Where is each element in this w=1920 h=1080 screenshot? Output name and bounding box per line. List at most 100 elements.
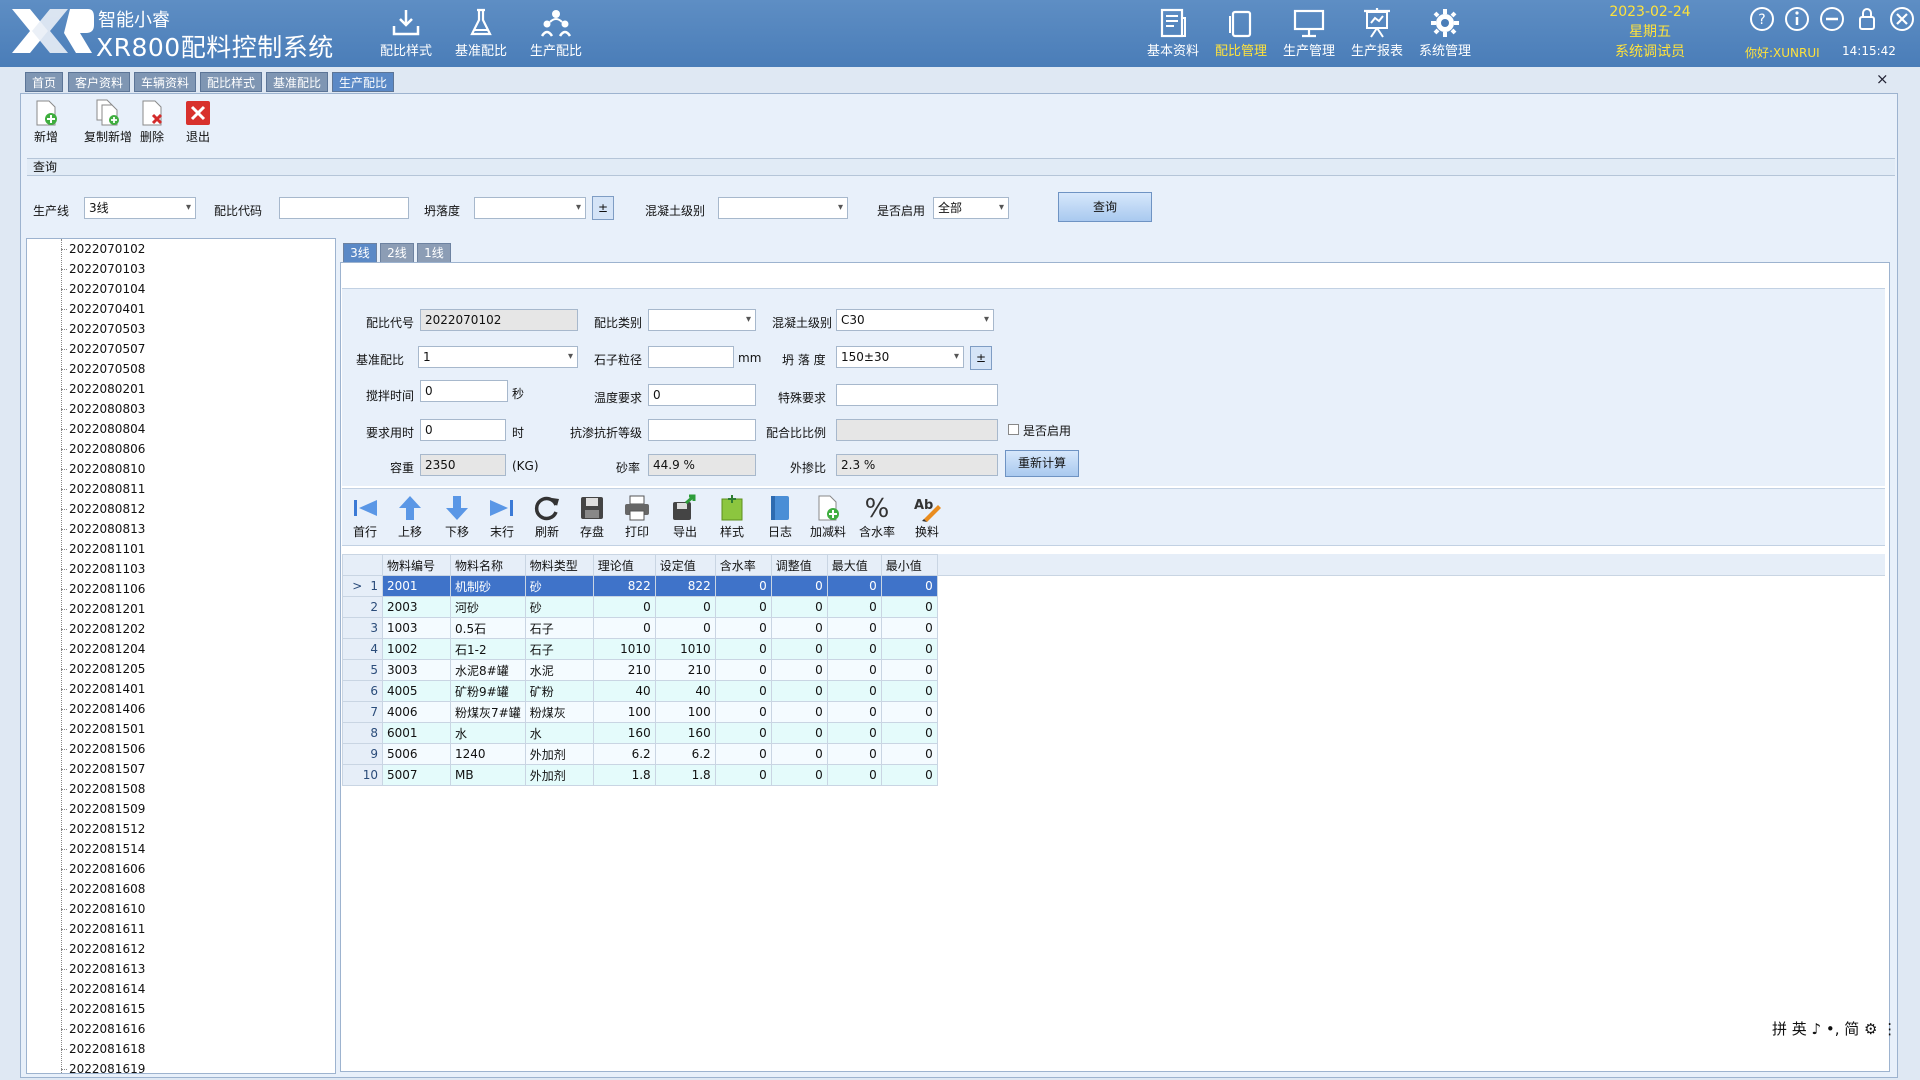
row-number-cell[interactable]: 6 <box>342 680 383 702</box>
tree-item[interactable]: 2022081610 <box>27 899 335 919</box>
grid-column-header[interactable]: 设定值 <box>654 554 716 576</box>
grid-cell[interactable]: 6001 <box>382 722 451 744</box>
grid-cell[interactable]: 3003 <box>382 659 451 681</box>
table-row[interactable]: 7 4006 粉煤灰7#罐 粉煤灰 100 100 0 0 0 0 <box>342 701 938 723</box>
grid-cell[interactable]: 0 <box>714 722 772 744</box>
grid-cell[interactable]: 6.2 <box>654 743 716 765</box>
grid-column-header[interactable]: 物料名称 <box>450 554 526 576</box>
grid-cell[interactable]: 0 <box>714 743 772 765</box>
save-button[interactable]: 存盘 <box>568 493 616 540</box>
line-tab-1[interactable]: 1线 <box>417 243 451 263</box>
grid-cell[interactable]: 石子 <box>524 617 594 639</box>
grid-cell[interactable]: 0 <box>654 596 716 618</box>
row-number-cell[interactable]: 9 <box>342 743 383 765</box>
grid-column-header[interactable]: 理论值 <box>592 554 656 576</box>
row-number-cell[interactable]: >1 <box>342 575 383 597</box>
tree-item[interactable]: 2022081406 <box>27 699 335 719</box>
tree-item[interactable]: 2022081506 <box>27 739 335 759</box>
grid-cell[interactable]: 0 <box>714 659 772 681</box>
style-button[interactable]: 样式 <box>708 493 756 540</box>
grid-cell[interactable]: 0 <box>770 701 828 723</box>
move-down-button[interactable]: 下移 <box>433 493 481 540</box>
grid-cell[interactable]: 水泥8#罐 <box>450 659 526 681</box>
grid-cell[interactable]: 0 <box>880 596 938 618</box>
last-row-button[interactable]: 末行 <box>478 493 526 540</box>
minimize-icon[interactable] <box>1818 5 1846 33</box>
table-row[interactable]: 10 5007 MB 外加剂 1.8 1.8 0 0 0 0 <box>342 764 938 786</box>
tree-item[interactable]: 2022080201 <box>27 379 335 399</box>
tree-item[interactable]: 2022081616 <box>27 1019 335 1039</box>
grid-cell[interactable]: 160 <box>592 722 656 744</box>
grid-cell[interactable]: 石1-2 <box>450 638 526 660</box>
table-row[interactable]: >1 2001 机制砂砂 822 822 0 0 0 0 <box>342 575 938 597</box>
grid-cell[interactable]: 0 <box>826 575 882 597</box>
tree-item[interactable]: 2022080812 <box>27 499 335 519</box>
tree-item[interactable]: 2022070507 <box>27 339 335 359</box>
grid-cell[interactable]: 水 <box>450 722 526 744</box>
grid-cell[interactable]: 0 <box>770 743 828 765</box>
delete-button[interactable]: 删除 <box>128 98 176 145</box>
table-row[interactable]: 9 5006 1240 外加剂 6.2 6.2 0 0 0 0 <box>342 743 938 765</box>
grid-cell[interactable]: 1240 <box>450 743 526 765</box>
grid-cell[interactable]: 0 <box>826 638 882 660</box>
sand-rate-field[interactable]: 44.9 % <box>648 454 756 476</box>
grid-cell[interactable]: 水泥 <box>524 659 594 681</box>
grid-cell[interactable]: 机制砂 <box>450 575 526 597</box>
add-subtract-material-button[interactable]: 加减料 <box>804 493 852 540</box>
grid-cell[interactable]: 0 <box>592 596 656 618</box>
tree-item[interactable]: 2022080806 <box>27 439 335 459</box>
grid-cell[interactable]: 1010 <box>654 638 716 660</box>
tree-item[interactable]: 2022070103 <box>27 259 335 279</box>
grid-cell[interactable]: 0 <box>770 680 828 702</box>
grid-cell[interactable]: 0.5石 <box>450 617 526 639</box>
grid-column-header[interactable]: 含水率 <box>714 554 772 576</box>
grid-cell[interactable]: 0 <box>770 575 828 597</box>
print-button[interactable]: 打印 <box>613 493 661 540</box>
query-button[interactable]: 查询 <box>1058 192 1152 222</box>
tree-item[interactable]: 2022081611 <box>27 919 335 939</box>
tree-item[interactable]: 2022070508 <box>27 359 335 379</box>
tree-item[interactable]: 2022080804 <box>27 419 335 439</box>
export-button[interactable]: 导出 <box>661 493 709 540</box>
grid-cell[interactable]: 砂 <box>524 575 594 597</box>
grid-cell[interactable]: 5007 <box>382 764 451 786</box>
first-row-button[interactable]: 首行 <box>341 493 389 540</box>
grid-cell[interactable]: 0 <box>880 701 938 723</box>
grid-cell[interactable]: 外加剂 <box>524 764 594 786</box>
grid-cell[interactable]: 0 <box>880 575 938 597</box>
grid-cell[interactable]: 5006 <box>382 743 451 765</box>
row-number-cell[interactable]: 7 <box>342 701 383 723</box>
grid-cell[interactable]: 0 <box>880 743 938 765</box>
log-button[interactable]: 日志 <box>756 493 804 540</box>
tree-item[interactable]: 2022081509 <box>27 799 335 819</box>
grid-cell[interactable]: 0 <box>770 764 828 786</box>
tree-item[interactable]: 2022081612 <box>27 939 335 959</box>
exit-button[interactable]: 退出 <box>174 98 222 145</box>
moisture-button[interactable]: % 含水率 <box>853 493 901 540</box>
code-filter-input[interactable] <box>279 197 409 219</box>
grid-cell[interactable]: 4005 <box>382 680 451 702</box>
grid-cell[interactable]: 石子 <box>524 638 594 660</box>
category-select[interactable] <box>648 309 756 331</box>
tree-item[interactable]: 2022081514 <box>27 839 335 859</box>
grid-cell[interactable]: 0 <box>714 596 772 618</box>
grid-cell[interactable]: 水 <box>524 722 594 744</box>
base-ratio-select[interactable]: 1 <box>418 346 578 368</box>
grid-cell[interactable]: 1003 <box>382 617 451 639</box>
grid-cell[interactable]: 40 <box>654 680 716 702</box>
grid-cell[interactable]: 0 <box>714 638 772 660</box>
table-row[interactable]: 2 2003 河砂砂 0 0 0 0 0 0 <box>342 596 938 618</box>
row-number-cell[interactable]: 5 <box>342 659 383 681</box>
recalculate-button[interactable]: 重新计算 <box>1005 450 1079 477</box>
capacity-field[interactable]: 2350 <box>420 454 506 476</box>
grid-cell[interactable]: MB <box>450 764 526 786</box>
grid-cell[interactable]: 160 <box>654 722 716 744</box>
impermeability-input[interactable] <box>648 419 756 441</box>
nav-system-management-button[interactable]: 系统管理 <box>1412 6 1478 59</box>
grid-cell[interactable]: 40 <box>592 680 656 702</box>
grid-cell[interactable]: 砂 <box>524 596 594 618</box>
grid-cell[interactable]: 0 <box>880 680 938 702</box>
nav-ratio-management-button[interactable]: 配比管理 <box>1208 6 1274 59</box>
material-grid[interactable]: 物料编号 物料名称 物料类型 理论值 设定值 含水率 调整值 最大值 最小值 >1 2001 机制砂… <box>342 554 938 786</box>
grid-cell[interactable]: 0 <box>714 680 772 702</box>
